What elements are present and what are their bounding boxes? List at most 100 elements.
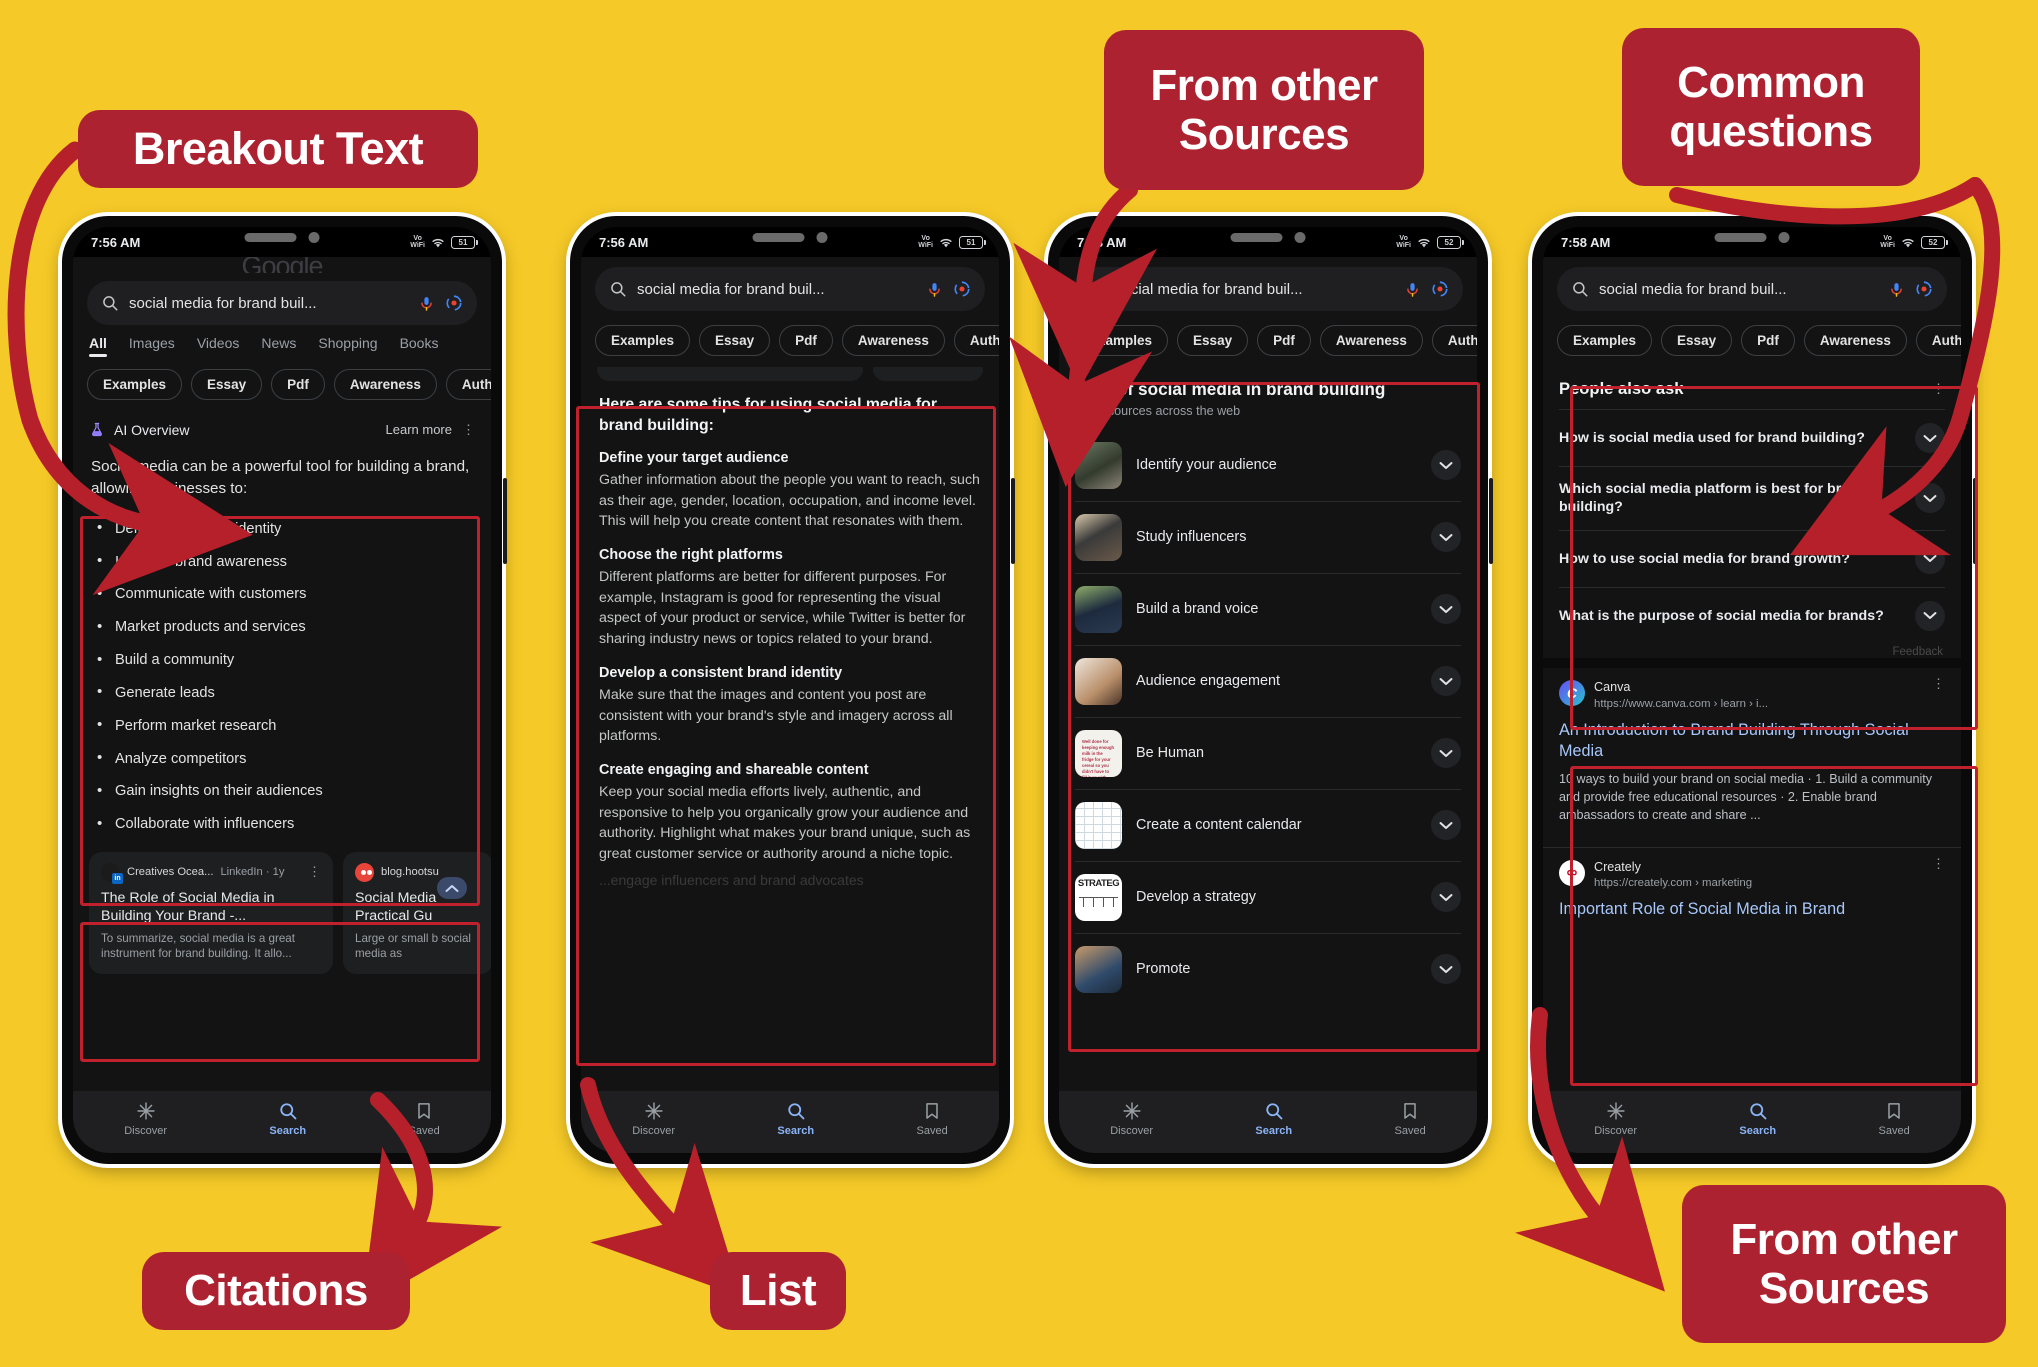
lens-icon[interactable] (953, 280, 971, 298)
overflow-menu-icon[interactable]: ⋮ (1932, 382, 1945, 395)
chip-essay[interactable]: Essay (699, 325, 771, 356)
chevron-down-icon[interactable] (1915, 600, 1945, 631)
bottom-nav-saved[interactable]: Saved (917, 1101, 948, 1137)
search-bar-2[interactable]: social media for brand buil... (595, 267, 985, 311)
search-input[interactable]: social media for brand buil... (129, 295, 408, 312)
chip-author[interactable]: Author (445, 369, 491, 400)
chevron-down-icon[interactable] (1431, 666, 1461, 697)
chevron-down-icon[interactable] (1915, 423, 1945, 453)
list-item[interactable]: Promote (1075, 934, 1461, 1005)
bottom-nav-saved[interactable]: Saved (1879, 1101, 1910, 1137)
list-item[interactable]: Create a content calendar (1075, 790, 1461, 862)
chip-essay[interactable]: Essay (191, 369, 263, 400)
bottom-nav-discover[interactable]: Discover (1594, 1101, 1637, 1137)
bottom-nav-search[interactable]: Search (777, 1101, 814, 1137)
mic-icon[interactable] (926, 281, 943, 298)
nav-tab-news[interactable]: News (261, 335, 296, 359)
chevron-down-icon[interactable] (1431, 594, 1461, 625)
bottom-nav-2[interactable]: Discover Search Saved (581, 1091, 999, 1153)
learn-more-link[interactable]: Learn more (386, 422, 452, 437)
bottom-nav-search[interactable]: Search (1255, 1101, 1292, 1137)
bottom-nav-search[interactable]: Search (269, 1101, 306, 1137)
chevron-down-icon[interactable] (1431, 450, 1461, 481)
bottom-nav-4[interactable]: Discover Search Saved (1543, 1091, 1961, 1153)
citation-card-1[interactable]: in Creatives Ocea... LinkedIn · 1y ⋮ The… (89, 851, 333, 975)
chip-row-2[interactable]: Examples Essay Pdf Awareness Author (581, 311, 999, 367)
chip-row-1[interactable]: Examples Essay Pdf Awareness Author (73, 359, 491, 411)
chip-essay[interactable]: Essay (1661, 325, 1733, 356)
search-result-1[interactable]: C Canva https://www.canva.com › learn › … (1543, 668, 1961, 835)
list-item[interactable]: What is the purpose of social media for … (1559, 586, 1945, 644)
chip-examples[interactable]: Examples (595, 325, 691, 356)
bottom-nav-discover[interactable]: Discover (1110, 1101, 1153, 1137)
chip-pdf[interactable]: Pdf (1257, 325, 1311, 356)
mic-icon[interactable] (418, 295, 435, 312)
nav-tab-shopping[interactable]: Shopping (318, 335, 377, 359)
chip-author[interactable]: Author (1915, 325, 1961, 356)
overflow-menu-icon[interactable]: ⋮ (1932, 677, 1945, 690)
nav-tab-images[interactable]: Images (129, 335, 175, 359)
result-title[interactable]: An Introduction to Brand Building Throug… (1559, 720, 1945, 762)
chip-awareness[interactable]: Awareness (841, 325, 945, 356)
lens-icon[interactable] (1915, 280, 1933, 298)
chip-author[interactable]: Author (953, 325, 999, 356)
result-title[interactable]: Important Role of Social Media in Brand (1559, 899, 1945, 920)
bottom-nav-3[interactable]: Discover Search Saved (1059, 1091, 1477, 1153)
nav-tab-all[interactable]: All (89, 335, 107, 359)
search-bar-4[interactable]: social media for brand buil... (1557, 267, 1947, 311)
citation-cards[interactable]: in Creatives Ocea... LinkedIn · 1y ⋮ The… (73, 842, 491, 981)
search-input[interactable]: social media for brand buil... (1599, 281, 1878, 298)
overflow-menu-icon[interactable]: ⋮ (462, 423, 475, 436)
list-item[interactable]: Study influencers (1075, 502, 1461, 574)
chip-pdf[interactable]: Pdf (779, 325, 833, 356)
list-item[interactable]: How is social media used for brand build… (1559, 409, 1945, 466)
search-result-2[interactable]: ∞ Creately https://creately.com › market… (1543, 848, 1961, 931)
list-item[interactable]: Well done for keeping enough milk in the… (1075, 718, 1461, 790)
nav-tab-books[interactable]: Books (400, 335, 439, 359)
chip-awareness[interactable]: Awareness (1319, 325, 1423, 356)
mic-icon[interactable] (1404, 281, 1421, 298)
mic-icon[interactable] (1888, 281, 1905, 298)
list-item[interactable]: STRATEG Develop a strategy (1075, 862, 1461, 934)
citation-title[interactable]: The Role of Social Media in Building You… (101, 889, 321, 925)
chip-awareness[interactable]: Awareness (1803, 325, 1907, 356)
feedback-link[interactable]: Feedback (1543, 644, 1961, 658)
search-bar-3[interactable]: social media for brand buil... (1073, 267, 1463, 311)
chip-essay[interactable]: Essay (1177, 325, 1249, 356)
overflow-menu-icon[interactable]: ⋮ (1932, 857, 1945, 870)
lens-icon[interactable] (445, 294, 463, 312)
chevron-down-icon[interactable] (1431, 810, 1461, 841)
bottom-nav-discover[interactable]: Discover (632, 1101, 675, 1137)
chip-row-3[interactable]: Examples Essay Pdf Awareness Author (1059, 311, 1477, 367)
chevron-down-icon[interactable] (1431, 738, 1461, 769)
search-input[interactable]: social media for brand buil... (1115, 281, 1394, 298)
bottom-nav-search[interactable]: Search (1739, 1101, 1776, 1137)
bottom-nav-saved[interactable]: Saved (1395, 1101, 1426, 1137)
chip-examples[interactable]: Examples (1557, 325, 1653, 356)
lens-icon[interactable] (1431, 280, 1449, 298)
collapse-button[interactable] (437, 877, 467, 899)
list-item[interactable]: Identify your audience (1075, 430, 1461, 502)
list-item[interactable]: How to use social media for brand growth… (1559, 529, 1945, 587)
search-bar-1[interactable]: social media for brand buil... (87, 281, 477, 325)
ai-overview-actions[interactable]: Learn more ⋮ (386, 422, 475, 437)
list-item[interactable]: Build a brand voice (1075, 574, 1461, 646)
nav-tab-videos[interactable]: Videos (197, 335, 240, 359)
chevron-down-icon[interactable] (1431, 522, 1461, 553)
nav-tabs-1[interactable]: All Images Videos News Shopping Books (73, 325, 491, 359)
chip-author[interactable]: Author (1431, 325, 1477, 356)
chip-examples[interactable]: Examples (87, 369, 183, 400)
chip-pdf[interactable]: Pdf (1741, 325, 1795, 356)
chip-awareness[interactable]: Awareness (333, 369, 437, 400)
bottom-nav-discover[interactable]: Discover (124, 1101, 167, 1137)
chevron-down-icon[interactable] (1915, 543, 1945, 574)
list-item[interactable]: Which social media platform is best for … (1559, 466, 1945, 530)
search-input[interactable]: social media for brand buil... (637, 281, 916, 298)
chevron-down-icon[interactable] (1915, 483, 1945, 514)
bottom-nav-saved[interactable]: Saved (409, 1101, 440, 1137)
chevron-down-icon[interactable] (1431, 954, 1461, 985)
from-other-sources-list[interactable]: Identify your audience Study influencers… (1059, 430, 1477, 1005)
overflow-menu-icon[interactable]: ⋮ (308, 865, 321, 878)
chip-pdf[interactable]: Pdf (271, 369, 325, 400)
chip-row-4[interactable]: Examples Essay Pdf Awareness Author (1543, 311, 1961, 367)
